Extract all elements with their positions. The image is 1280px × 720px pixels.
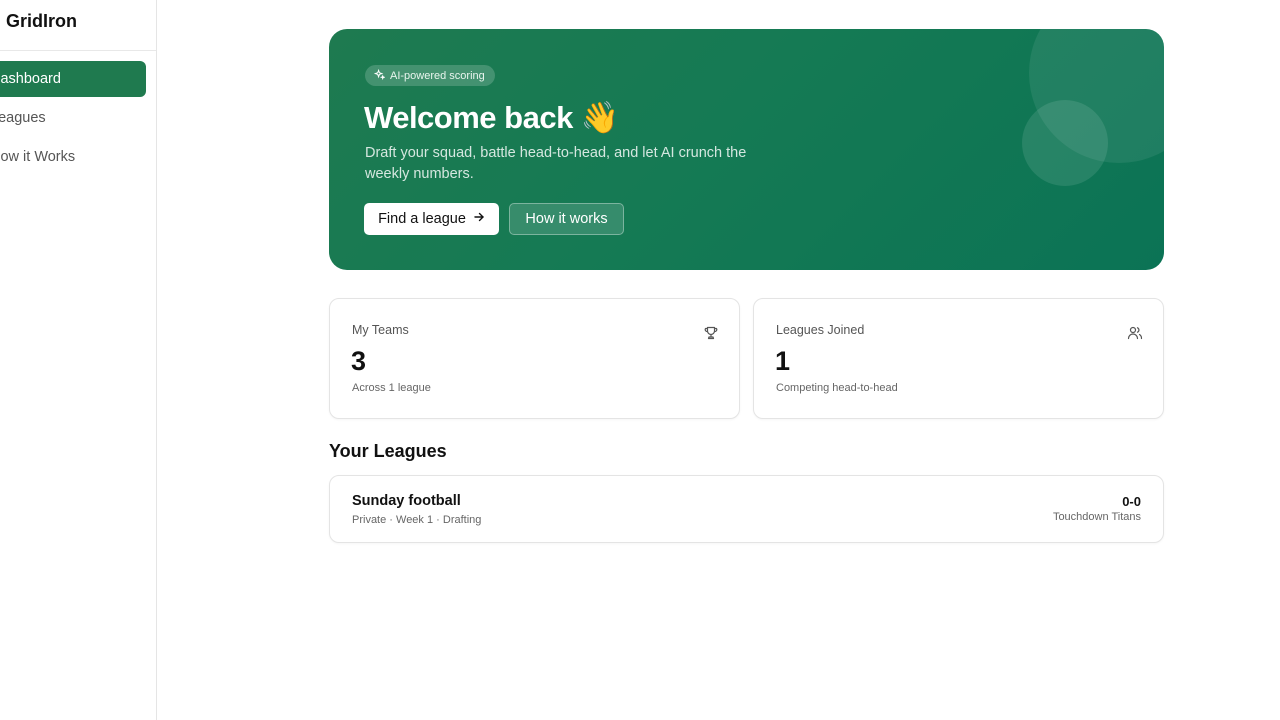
league-card[interactable]: Sunday football Private · Week 1 · Draft… <box>329 475 1164 543</box>
league-name: Sunday football <box>352 493 461 509</box>
league-meta: Private · Week 1 · Drafting <box>352 514 482 526</box>
stat-value: 3 <box>351 346 367 376</box>
app-brand[interactable]: GridIron <box>6 11 77 32</box>
your-leagues-heading: Your Leagues <box>329 441 447 461</box>
stat-note: Across 1 league <box>352 382 431 394</box>
sidebar: GridIron Dashboard Leagues How it Works <box>0 0 157 720</box>
sidebar-divider <box>0 50 156 51</box>
stat-note: Competing head-to-head <box>776 382 898 394</box>
sparkles-icon <box>373 68 386 83</box>
welcome-title: Welcome back 👋 <box>364 100 620 135</box>
stat-value: 1 <box>775 346 791 376</box>
stat-label: My Teams <box>352 323 409 337</box>
ai-scoring-badge: AI-powered scoring <box>365 65 495 86</box>
league-team-name: Touchdown Titans <box>1052 511 1141 523</box>
find-league-button[interactable]: Find a league <box>364 203 499 235</box>
trophy-icon <box>703 325 719 341</box>
sidebar-item-dashboard[interactable]: Dashboard <box>0 61 146 97</box>
sidebar-item-how-it-works[interactable]: How it Works <box>0 139 146 175</box>
badge-label: AI-powered scoring <box>390 69 485 82</box>
stat-label: Leagues Joined <box>776 323 865 337</box>
sidebar-item-label: Leagues <box>0 110 46 126</box>
arrow-right-icon <box>473 211 485 227</box>
welcome-subtitle: Draft your squad, battle head-to-head, a… <box>365 145 747 182</box>
league-record: 0-0 <box>1122 494 1141 509</box>
sidebar-item-leagues[interactable]: Leagues <box>0 100 146 136</box>
sidebar-item-label: How it Works <box>0 149 76 165</box>
stat-card-my-teams: My Teams 3 Across 1 league <box>329 298 740 419</box>
button-label: How it works <box>525 211 608 227</box>
sidebar-item-label: Dashboard <box>0 71 61 87</box>
stat-card-leagues-joined: Leagues Joined 1 Competing head-to-head <box>753 298 1164 419</box>
how-it-works-button[interactable]: How it works <box>509 203 624 235</box>
button-label: Find a league <box>378 211 466 227</box>
welcome-hero: AI-powered scoring Welcome back 👋 Draft … <box>329 29 1164 270</box>
users-icon <box>1127 325 1143 341</box>
decorative-circle <box>1022 100 1108 186</box>
